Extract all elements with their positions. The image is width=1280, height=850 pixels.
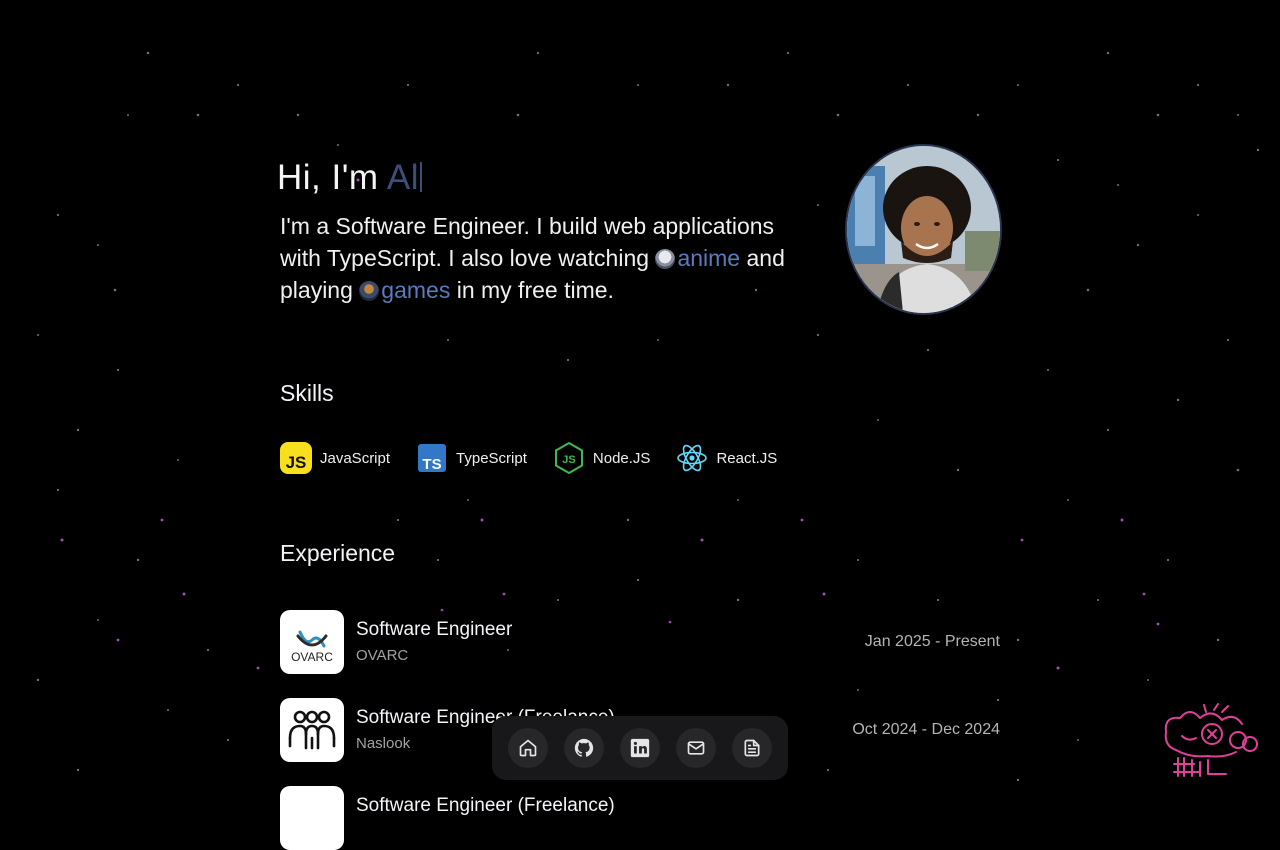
bio-paragraph: I'm a Software Engineer. I build web app… bbox=[280, 210, 810, 306]
experience-company: Naslook bbox=[356, 735, 411, 752]
react-icon bbox=[676, 442, 708, 474]
games-link[interactable]: games bbox=[381, 277, 450, 303]
svg-text:TS: TS bbox=[422, 456, 441, 472]
ovarc-logo: OVARC bbox=[280, 610, 344, 674]
anime-emoji-icon bbox=[655, 249, 676, 269]
svg-text:JS: JS bbox=[562, 454, 575, 466]
skill-label: React.JS bbox=[716, 449, 778, 467]
naslook-logo bbox=[280, 698, 344, 762]
bottom-dock bbox=[492, 716, 788, 780]
typed-name: Al bbox=[386, 158, 419, 197]
typing-cursor bbox=[419, 162, 422, 192]
mascot-doodle-icon bbox=[1164, 703, 1258, 777]
skill-typescript: TS TypeScript bbox=[416, 442, 527, 474]
resume-icon bbox=[744, 739, 760, 757]
typescript-icon: TS bbox=[416, 442, 448, 474]
skills-list: JS JavaScript TS TypeScript JS Node.JS R… bbox=[280, 442, 777, 474]
skill-nodejs: JS Node.JS bbox=[553, 442, 651, 474]
profile-avatar bbox=[845, 144, 1002, 315]
resume-button[interactable] bbox=[732, 728, 772, 768]
javascript-icon: JS bbox=[280, 442, 312, 474]
mail-icon bbox=[687, 741, 705, 755]
experience-company: OVARC bbox=[356, 647, 409, 664]
skill-label: JavaScript bbox=[320, 449, 391, 467]
skill-react: React.JS bbox=[676, 442, 777, 474]
games-emoji-icon bbox=[359, 281, 380, 301]
nodejs-icon: JS bbox=[553, 442, 585, 474]
linkedin-button[interactable] bbox=[620, 728, 660, 768]
experience-item-ovarc[interactable]: OVARC Software Engineer OVARC Jan 2025 -… bbox=[280, 610, 1000, 674]
email-button[interactable] bbox=[676, 728, 716, 768]
experience-role: Software Engineer bbox=[356, 619, 513, 640]
linkedin-icon bbox=[630, 738, 650, 758]
svg-text:JS: JS bbox=[286, 453, 307, 472]
skill-javascript: JS JavaScript bbox=[280, 442, 390, 474]
main-content: Hi, I'm Al I'm a Software Engineer. I bu… bbox=[277, 0, 1002, 850]
home-icon bbox=[519, 739, 537, 757]
experience-heading: Experience bbox=[280, 540, 396, 566]
hero-title: Hi, I'm Al bbox=[277, 158, 422, 198]
skill-label: Node.JS bbox=[592, 449, 651, 467]
github-icon bbox=[574, 738, 594, 757]
skill-label: TypeScript bbox=[456, 449, 527, 467]
skills-heading: Skills bbox=[280, 380, 334, 406]
company-logo bbox=[280, 786, 344, 850]
bio-text-3: in my free time. bbox=[450, 277, 614, 303]
hero-greeting: Hi, I'm bbox=[277, 158, 387, 197]
ovarc-logo-text: OVARC bbox=[291, 650, 333, 664]
experience-date: Jan 2025 - Present bbox=[864, 633, 1000, 650]
github-button[interactable] bbox=[564, 728, 604, 768]
experience-item-3[interactable]: Software Engineer (Freelance) bbox=[280, 786, 1000, 850]
anime-link[interactable]: anime bbox=[677, 245, 740, 271]
experience-role: Software Engineer (Freelance) bbox=[356, 795, 615, 816]
experience-date: Oct 2024 - Dec 2024 bbox=[852, 721, 1000, 738]
home-button[interactable] bbox=[508, 728, 548, 768]
profile-photo bbox=[847, 146, 1000, 313]
